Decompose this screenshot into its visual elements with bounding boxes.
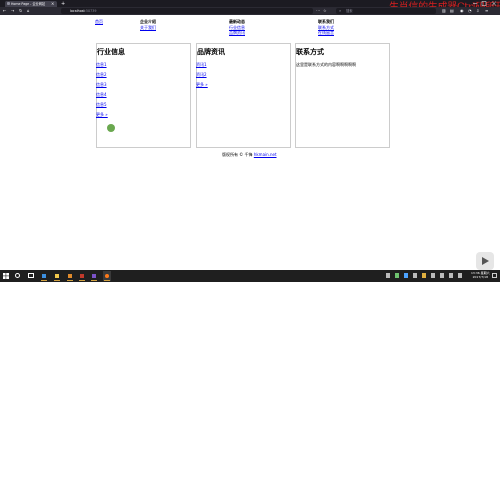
industry-item[interactable]: 信息2 [96, 72, 107, 77]
windows-start-icon[interactable] [3, 273, 9, 279]
ime-icon[interactable] [458, 273, 462, 278]
forward-icon[interactable]: → [11, 7, 14, 15]
library-icon[interactable]: ▥ [442, 8, 446, 14]
app-menu-icon[interactable]: ≡ [485, 8, 488, 14]
nav-link-message[interactable]: 在线留言 [318, 30, 334, 35]
footer: 版权所有 © 千锋 hkmain.net [222, 152, 277, 157]
industry-item[interactable]: 信息1 [96, 62, 107, 67]
reload-icon[interactable]: ↻ [19, 7, 22, 15]
tray-icon[interactable] [413, 273, 417, 278]
notification-icon[interactable] [492, 273, 497, 278]
play-icon [482, 257, 489, 265]
close-tab-icon[interactable]: × [51, 1, 54, 6]
volume-icon[interactable] [449, 273, 453, 278]
contact-text: 这里是联系方式的内容啊啊啊啊啊 [296, 62, 356, 67]
url-text: localhost:50739 [70, 8, 96, 14]
brand-more-link[interactable]: 更多 » [196, 82, 208, 87]
brand-item[interactable]: 资讯2 [196, 72, 207, 77]
industry-item[interactable]: 信息3 [96, 82, 107, 87]
nav-link-about[interactable]: 关于我们 [140, 25, 156, 30]
page-icon [7, 2, 10, 5]
search-icon: ⌕ [339, 8, 342, 13]
contact-title: 联系方式 [296, 48, 324, 56]
new-tab-button[interactable]: + [61, 1, 65, 7]
nav-heading-company: 企业介绍 [140, 19, 156, 24]
tray-icon[interactable] [395, 273, 399, 278]
taskbar-app-store[interactable] [66, 271, 74, 281]
page-actions-icon[interactable]: ⋯ [316, 8, 320, 14]
nav-home-link[interactable]: 首页 [95, 19, 103, 24]
task-view-icon[interactable] [28, 273, 34, 278]
download-icon[interactable]: ⇩ [476, 8, 479, 14]
footer-text: 版权所有 © 千锋 [222, 152, 254, 157]
search-taskbar-icon[interactable] [15, 273, 20, 278]
brand-news-title: 品牌资讯 [197, 48, 225, 56]
extension-icon[interactable]: ◉ [460, 8, 464, 14]
taskbar-app-media[interactable] [78, 271, 86, 281]
taskbar-app-explorer[interactable] [53, 271, 61, 281]
tray-icon[interactable] [431, 273, 435, 278]
footer-link[interactable]: hkmain.net [254, 152, 277, 157]
taskbar-app-edge[interactable] [40, 271, 48, 281]
sidebar-icon[interactable]: ▤ [450, 8, 454, 14]
maximize-icon[interactable] [481, 1, 487, 6]
industry-more-link[interactable]: 更多 » [96, 112, 108, 117]
url-host: localhost [70, 9, 85, 13]
industry-item[interactable]: 信息4 [96, 92, 107, 97]
window-controls [473, 1, 497, 6]
nav-heading-contact: 联系我们 [318, 19, 334, 24]
close-window-icon[interactable] [491, 1, 497, 6]
account-icon[interactable]: ◔ [468, 8, 472, 14]
industry-info-title: 行业信息 [97, 48, 125, 56]
url-port: :50739 [84, 9, 97, 13]
taskbar-app-visual-studio[interactable] [90, 271, 98, 281]
back-icon[interactable]: ← [3, 7, 6, 15]
brand-item[interactable]: 资讯1 [196, 62, 207, 67]
nav-heading-news: 最新动态 [229, 19, 245, 24]
brand-news-panel [196, 43, 291, 148]
clock-date: 2017/7/18 [472, 275, 488, 279]
home-icon[interactable]: ⌂ [27, 7, 30, 15]
industry-info-panel [96, 43, 191, 148]
tray-icon[interactable] [386, 273, 390, 278]
tray-icon[interactable] [422, 273, 426, 278]
network-icon[interactable] [440, 273, 444, 278]
contact-panel [295, 43, 390, 148]
nav-link-brand[interactable]: 品牌资讯 [229, 30, 245, 35]
tray-icon[interactable] [404, 273, 408, 278]
taskbar-clock[interactable]: 13:36 星期六 2017/7/18 [471, 271, 490, 279]
taskbar-app-firefox[interactable] [103, 271, 111, 281]
search-input: 搜索 [346, 9, 353, 13]
mouse-cursor-indicator [107, 124, 115, 132]
bookmark-icon[interactable]: ☆ [323, 8, 327, 14]
tab-title: Home Page - 企业网站 [11, 1, 46, 6]
industry-item[interactable]: 信息5 [96, 102, 107, 107]
url-bar[interactable] [61, 8, 313, 14]
